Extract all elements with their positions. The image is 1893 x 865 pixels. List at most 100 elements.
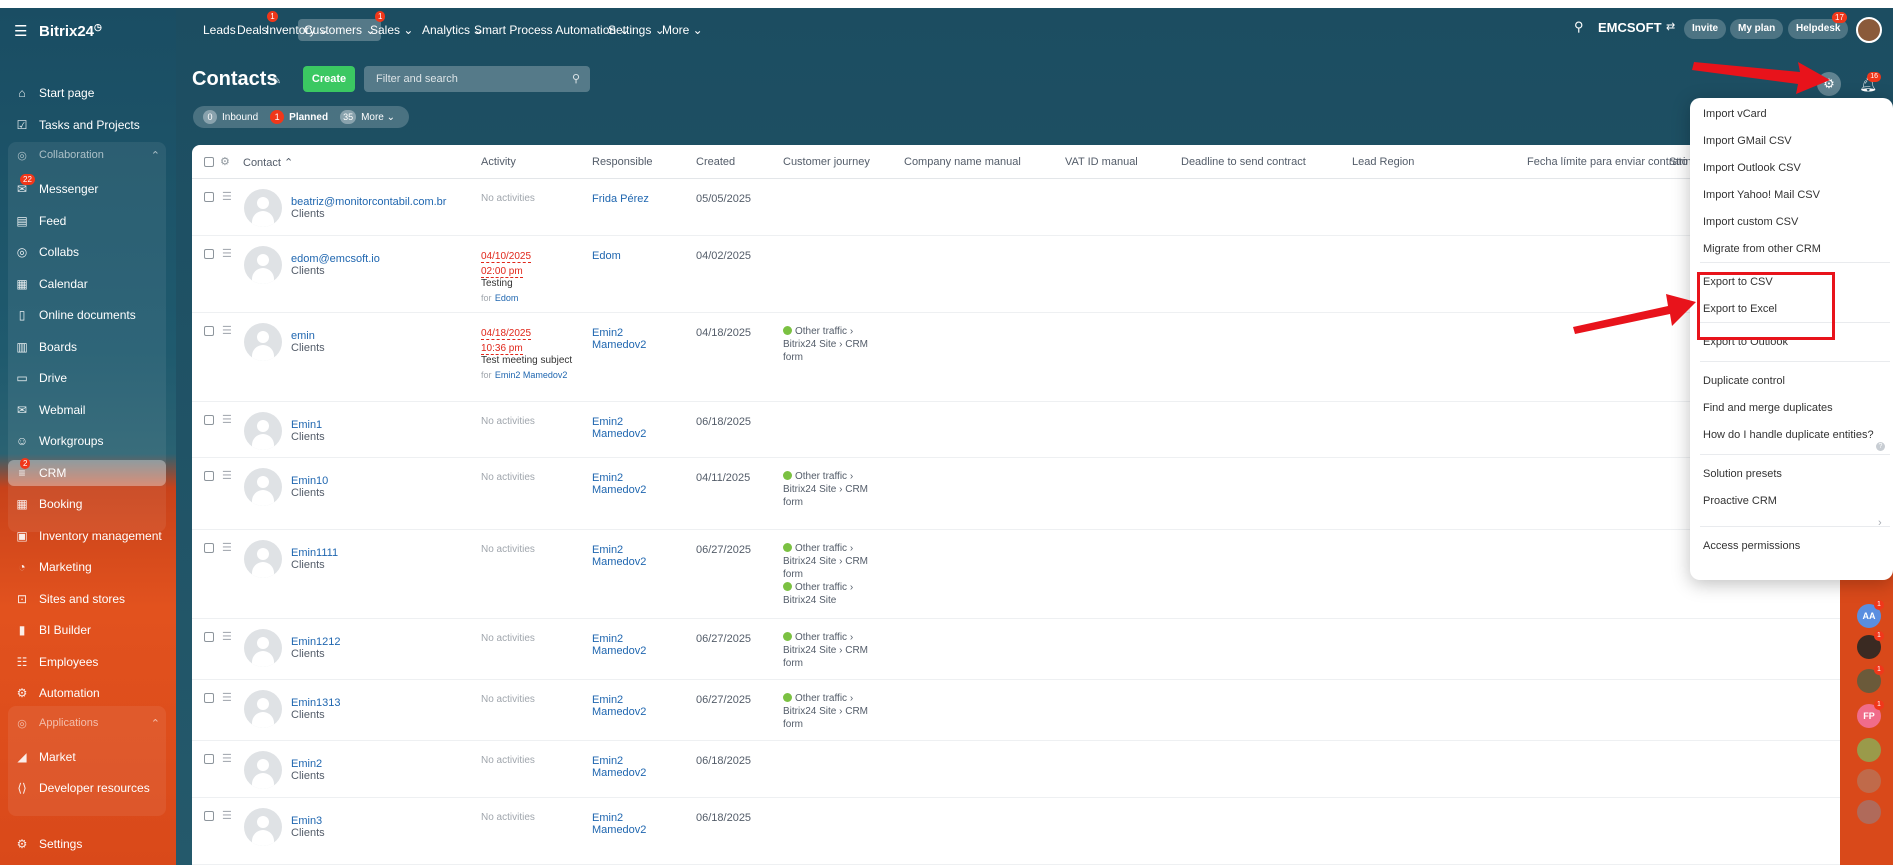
table-row[interactable]: ☰ Emin1111 Clients No activities Emin2 Mamed… bbox=[192, 530, 1893, 619]
column-header[interactable]: Company name manual bbox=[904, 156, 1021, 168]
responsible-link[interactable]: Emin2 Mamedov2 bbox=[592, 327, 664, 351]
activity-deadline[interactable]: 04/18/2025 bbox=[481, 328, 532, 340]
search-icon[interactable]: ⚲ bbox=[572, 66, 580, 92]
user-avatar[interactable] bbox=[1856, 17, 1882, 43]
sidebar-item-inventory-management[interactable]: ▣ Inventory management bbox=[8, 523, 166, 549]
sidebar-item-automation[interactable]: ⚙ Automation bbox=[8, 680, 166, 706]
contact-name-link[interactable]: Emin1212 bbox=[291, 636, 341, 648]
chevron-right-icon[interactable]: › bbox=[1878, 517, 1882, 529]
responsible-link[interactable]: Frida Pérez bbox=[592, 193, 664, 205]
edit-pencil-icon[interactable]: ✎ bbox=[272, 74, 281, 87]
responsible-link[interactable]: Emin2 Mamedov2 bbox=[592, 755, 664, 779]
recent-chat-avatar[interactable] bbox=[1857, 738, 1881, 762]
my-plan-button[interactable]: My plan bbox=[1730, 19, 1784, 39]
select-all-checkbox[interactable] bbox=[204, 157, 214, 167]
contact-name-link[interactable]: edom@emcsoft.io bbox=[291, 253, 380, 265]
table-row[interactable]: ☰ Emin1 Clients No activities Emin2 Mamedov2… bbox=[192, 402, 1893, 458]
menu-burger-icon[interactable]: ☰ bbox=[14, 22, 27, 40]
sidebar-item-tasks-and-projects[interactable]: ☑ Tasks and Projects bbox=[8, 112, 166, 138]
activity-deadline[interactable]: 04/10/2025 bbox=[481, 251, 532, 263]
responsible-link[interactable]: Emin2 Mamedov2 bbox=[592, 633, 664, 657]
column-header[interactable]: VAT ID manual bbox=[1065, 156, 1138, 168]
responsible-link[interactable]: Emin2 Mamedov2 bbox=[592, 694, 664, 718]
row-checkbox[interactable] bbox=[204, 811, 214, 821]
row-checkbox[interactable] bbox=[204, 693, 214, 703]
contact-name-link[interactable]: Emin2 bbox=[291, 758, 325, 770]
contact-name-link[interactable]: Emin1313 bbox=[291, 697, 341, 709]
sidebar-item-drive[interactable]: ▭ Drive bbox=[8, 365, 166, 391]
row-checkbox[interactable] bbox=[204, 632, 214, 642]
contact-name-link[interactable]: emin bbox=[291, 330, 325, 342]
responsible-link[interactable]: Emin2 Mamedov2 bbox=[592, 812, 664, 836]
create-button[interactable]: Create bbox=[303, 66, 355, 92]
sidebar-item-market[interactable]: ◢ Market bbox=[8, 744, 166, 770]
responsible-link[interactable]: Edom bbox=[592, 250, 664, 262]
settings-gear-icon[interactable]: ⚙ bbox=[1817, 72, 1841, 96]
column-header[interactable]: Created bbox=[696, 156, 735, 168]
table-row[interactable]: ☰ emin Clients 04/18/2025 10:36 pm Test meeti… bbox=[192, 313, 1893, 402]
sidebar-item-webmail[interactable]: ✉ Webmail bbox=[8, 397, 166, 423]
responsible-link[interactable]: Emin2 Mamedov2 bbox=[592, 472, 664, 496]
counter-2[interactable]: 35 More ⌄ bbox=[336, 110, 395, 124]
row-checkbox[interactable] bbox=[204, 754, 214, 764]
table-row[interactable]: ☰ Emin1212 Clients No activities Emin2 Mamed… bbox=[192, 619, 1893, 680]
chevron-up-icon[interactable]: ⌃ bbox=[151, 717, 160, 730]
drag-handle-icon[interactable]: ☰ bbox=[222, 630, 232, 643]
menu-item-how-do-i-handle-duplicate-entities[interactable]: How do I handle duplicate entities? bbox=[1703, 429, 1874, 441]
sidebar-item-start-page[interactable]: ⌂ Start page bbox=[8, 80, 166, 106]
sidebar-item-marketing[interactable]: ◔ Marketing bbox=[8, 554, 166, 580]
row-checkbox[interactable] bbox=[204, 326, 214, 336]
bitrix24-logo[interactable]: ☰ Bitrix24◷ bbox=[14, 22, 102, 40]
column-header[interactable]: Responsible bbox=[592, 156, 653, 168]
drag-handle-icon[interactable]: ☰ bbox=[222, 691, 232, 704]
sidebar-item-feed[interactable]: ▤ Feed bbox=[8, 208, 166, 234]
activity-time[interactable]: 10:36 pm bbox=[481, 343, 523, 355]
sidebar-group-collaboration[interactable]: ◎ Collaboration ⌃ bbox=[8, 144, 166, 166]
chevron-up-icon[interactable]: ⌃ bbox=[151, 149, 160, 162]
drag-handle-icon[interactable]: ☰ bbox=[222, 413, 232, 426]
menu-item-import-vcard[interactable]: Import vCard bbox=[1703, 108, 1767, 120]
sidebar-item-settings[interactable]: ⚙ Settings bbox=[8, 831, 166, 857]
menu-item-import-custom-csv[interactable]: Import custom CSV bbox=[1703, 216, 1798, 228]
nav-tab-sales[interactable]: Sales ⌄ bbox=[364, 19, 419, 41]
recent-chat-avatar[interactable] bbox=[1857, 800, 1881, 824]
activity-subject[interactable]: Testing bbox=[481, 278, 576, 290]
menu-item-import-yahoo-mail-csv[interactable]: Import Yahoo! Mail CSV bbox=[1703, 189, 1820, 201]
row-checkbox[interactable] bbox=[204, 249, 214, 259]
column-header[interactable]: Lead Region bbox=[1352, 156, 1414, 168]
responsible-link[interactable]: Emin2 Mamedov2 bbox=[592, 416, 664, 440]
column-header[interactable]: Activity bbox=[481, 156, 516, 168]
contact-name-link[interactable]: Emin1 bbox=[291, 419, 325, 431]
sidebar-item-sites-and-stores[interactable]: ⊡ Sites and stores bbox=[8, 586, 166, 612]
row-checkbox[interactable] bbox=[204, 415, 214, 425]
contact-name-link[interactable]: Emin1111 bbox=[291, 547, 338, 559]
switch-icon[interactable]: ⇄ bbox=[1666, 20, 1675, 33]
sidebar-item-collabs[interactable]: ◎ Collabs bbox=[8, 239, 166, 265]
row-checkbox[interactable] bbox=[204, 192, 214, 202]
table-row[interactable]: ☰ Emin10 Clients No activities Emin2 Mamedov… bbox=[192, 458, 1893, 530]
counter-1[interactable]: 1 Planned bbox=[266, 110, 328, 124]
menu-item-proactive-crm[interactable]: Proactive CRM bbox=[1703, 495, 1777, 507]
sidebar-item-boards[interactable]: ▥ Boards bbox=[8, 334, 166, 360]
menu-item-find-and-merge-duplicates[interactable]: Find and merge duplicates bbox=[1703, 402, 1833, 414]
drag-handle-icon[interactable]: ☰ bbox=[222, 469, 232, 482]
drag-handle-icon[interactable]: ☰ bbox=[222, 752, 232, 765]
sidebar-item-calendar[interactable]: ▦ Calendar bbox=[8, 271, 166, 297]
help-icon[interactable]: ? bbox=[1876, 442, 1885, 451]
sidebar-group-applications[interactable]: ◎ Applications ⌃ bbox=[8, 712, 166, 734]
sidebar-item-messenger[interactable]: ✉ Messenger 22 bbox=[8, 174, 166, 202]
drag-handle-icon[interactable]: ☰ bbox=[222, 190, 232, 203]
activity-for-user[interactable]: Emin2 Mamedov2 bbox=[495, 370, 568, 380]
responsible-link[interactable]: Emin2 Mamedov2 bbox=[592, 544, 664, 568]
menu-item-access-permissions[interactable]: Access permissions bbox=[1703, 540, 1800, 552]
sidebar-item-crm[interactable]: ≡ CRM 2 bbox=[8, 458, 166, 486]
recent-chat-avatar[interactable] bbox=[1857, 769, 1881, 793]
activity-time[interactable]: 02:00 pm bbox=[481, 266, 523, 278]
sidebar-item-developer-resources[interactable]: ⟨⟩ Developer resources bbox=[8, 775, 166, 801]
drag-handle-icon[interactable]: ☰ bbox=[222, 541, 232, 554]
company-name[interactable]: EMCSOFT bbox=[1598, 20, 1662, 35]
table-row[interactable]: ☰ Emin3 Clients No activities Emin2 Mamedov2… bbox=[192, 798, 1893, 865]
drag-handle-icon[interactable]: ☰ bbox=[222, 809, 232, 822]
sidebar-item-workgroups[interactable]: ☺ Workgroups bbox=[8, 428, 166, 454]
column-header[interactable]: Fecha límite para enviar contrato bbox=[1527, 156, 1688, 168]
